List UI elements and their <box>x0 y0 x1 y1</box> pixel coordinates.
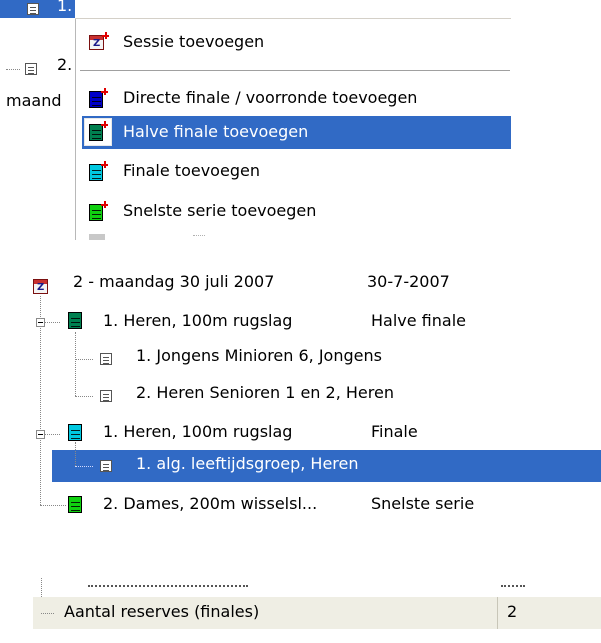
age-group-label[interactable]: 2. Heren Senioren 1 en 2, Heren <box>136 383 394 402</box>
age-group-label[interactable]: 1. Jongens Minioren 6, Jongens <box>136 346 382 365</box>
menu-item-label: Directe finale / voorronde toevoegen <box>123 88 418 107</box>
tree-connector <box>75 359 93 360</box>
list-icon <box>100 460 112 472</box>
menu-item-halve-finale-toevoegen[interactable]: Halve finale toevoegen <box>82 116 511 149</box>
clipped-row-fragment <box>88 585 248 592</box>
property-label: Aantal reserves (finales) <box>64 602 260 621</box>
top-tree-row-3-text[interactable]: maand <box>6 91 62 110</box>
disabled-item-icon <box>89 234 105 240</box>
list-icon <box>100 353 112 365</box>
final-icon <box>68 424 82 441</box>
age-group-label-selected[interactable]: 1. alg. leeftijdsgroep, Heren <box>136 454 359 473</box>
menu-item-sessie-toevoegen[interactable]: Sessie toevoegen <box>82 26 511 59</box>
event-name[interactable]: 2. Dames, 200m wisselsl... <box>103 494 317 513</box>
tree-connector <box>40 296 41 505</box>
tree-connector <box>40 505 66 506</box>
menu-item-label: Finale toevoegen <box>123 161 260 180</box>
menu-item-label: Halve finale toevoegen <box>123 122 309 141</box>
disabled-item-text-fragment <box>193 235 205 240</box>
top-tree-row-1-text: 1. <box>57 0 73 15</box>
direct-final-add-icon <box>89 88 108 108</box>
collapse-toggle[interactable] <box>36 318 45 327</box>
tree-connector <box>75 332 76 396</box>
tree-connector <box>75 396 93 397</box>
event-type: Finale <box>371 422 418 441</box>
menu-separator <box>80 70 510 71</box>
session-date: 30-7-2007 <box>367 272 450 291</box>
menu-item-finale-toevoegen[interactable]: Finale toevoegen <box>82 155 511 188</box>
tree-connector <box>6 69 20 70</box>
tree-connector <box>75 442 76 466</box>
menu-item-label: Snelste serie toevoegen <box>123 201 317 220</box>
property-column-divider <box>497 597 498 629</box>
list-icon <box>27 3 39 15</box>
event-type: Halve finale <box>371 311 466 330</box>
session-label[interactable]: 2 - maandag 30 juli 2007 <box>73 272 274 291</box>
collapse-toggle[interactable] <box>36 430 45 439</box>
list-icon <box>25 63 37 75</box>
final-add-icon <box>89 161 108 181</box>
fastest-heat-icon <box>68 496 82 513</box>
top-tree-panel: 1. 2. maand <box>0 0 75 110</box>
context-menu-top-edge <box>75 18 511 19</box>
event-name[interactable]: 1. Heren, 100m rugslag <box>103 422 292 441</box>
clipped-value-fragment <box>501 585 525 592</box>
menu-item-directe-finale-toevoegen[interactable]: Directe finale / voorronde toevoegen <box>82 82 511 115</box>
event-tree: 2 - maandag 30 juli 2007 30-7-2007 1. He… <box>0 258 601 528</box>
tree-connector <box>75 466 93 467</box>
top-tree-row-2-text[interactable]: 2. <box>57 55 72 74</box>
property-value[interactable]: 2 <box>507 602 517 621</box>
list-icon <box>100 390 112 402</box>
fastest-heat-add-icon <box>89 201 108 221</box>
semi-final-add-icon <box>89 121 108 141</box>
semi-final-icon <box>68 312 82 329</box>
menu-item-label: Sessie toevoegen <box>123 32 265 51</box>
session-add-icon <box>89 32 109 50</box>
event-type: Snelste serie <box>371 494 475 513</box>
event-name[interactable]: 1. Heren, 100m rugslag <box>103 311 292 330</box>
menu-item-snelste-serie-toevoegen[interactable]: Snelste serie toevoegen <box>82 195 511 228</box>
menu-item-partial-disabled <box>82 232 511 240</box>
tree-connector <box>41 613 54 614</box>
session-icon <box>33 279 48 294</box>
